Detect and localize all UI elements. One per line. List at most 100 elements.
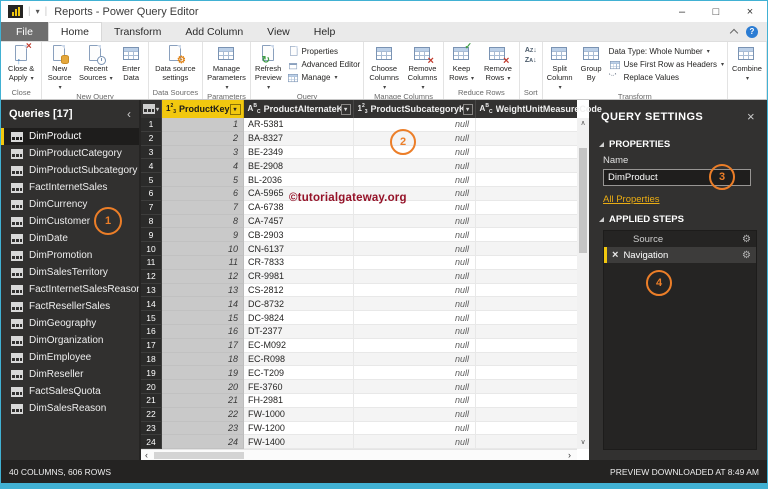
tab-file[interactable]: File — [1, 22, 48, 41]
cell-productkey[interactable]: 11 — [162, 256, 244, 270]
cell-productkey[interactable]: 8 — [162, 215, 244, 229]
cell-weightunitmeasurecode[interactable] — [476, 325, 577, 339]
sort-ascending-button[interactable]: AZ↓ — [525, 47, 537, 54]
cell-productsubcategorykey[interactable]: null — [354, 297, 476, 311]
cell-productkey[interactable]: 4 — [162, 159, 244, 173]
cell-productalternatekey[interactable]: CN-6137 — [244, 242, 354, 256]
advanced-editor-button[interactable]: Advanced Editor — [287, 58, 361, 70]
tab-view[interactable]: View — [255, 22, 302, 41]
cell-productalternatekey[interactable]: FW-1200 — [244, 422, 354, 436]
cell-weightunitmeasurecode[interactable] — [476, 408, 577, 422]
cell-productsubcategorykey[interactable]: null — [354, 159, 476, 173]
scroll-left-arrow-icon[interactable]: ‹ — [141, 450, 152, 460]
cell-productkey[interactable]: 7 — [162, 201, 244, 215]
tab-transform[interactable]: Transform — [102, 22, 173, 41]
properties-button[interactable]: Properties — [287, 45, 361, 57]
cell-productalternatekey[interactable]: FW-1000 — [244, 408, 354, 422]
remove-rows-button[interactable]: ×Remove Rows ▾ — [478, 43, 518, 83]
cell-productsubcategorykey[interactable]: null — [354, 215, 476, 229]
help-icon[interactable]: ? — [746, 26, 758, 38]
data-source-settings-button[interactable]: ⚙Data source settings — [150, 43, 201, 83]
cell-weightunitmeasurecode[interactable] — [476, 380, 577, 394]
cell-weightunitmeasurecode[interactable] — [476, 159, 577, 173]
group-by-button[interactable]: Group By — [576, 43, 607, 83]
query-item-dimsalesterritory[interactable]: DimSalesTerritory — [1, 264, 139, 281]
cell-productkey[interactable]: 3 — [162, 146, 244, 160]
cell-productalternatekey[interactable]: FH-2981 — [244, 394, 354, 408]
cell-productalternatekey[interactable]: CA-6738 — [244, 201, 354, 215]
query-item-dimsalesreason[interactable]: DimSalesReason — [1, 400, 139, 417]
cell-productalternatekey[interactable]: FW-1400 — [244, 435, 354, 449]
cell-weightunitmeasurecode[interactable] — [476, 256, 577, 270]
cell-productkey[interactable]: 14 — [162, 297, 244, 311]
cell-weightunitmeasurecode[interactable] — [476, 394, 577, 408]
choose-columns-button[interactable]: Choose Columns ▾ — [365, 43, 403, 92]
query-item-dimemployee[interactable]: DimEmployee — [1, 349, 139, 366]
applied-step-navigation[interactable]: ×Navigation⚙ — [604, 247, 756, 263]
cell-productalternatekey[interactable]: CA-7457 — [244, 215, 354, 229]
cell-productalternatekey[interactable]: CS-2812 — [244, 284, 354, 298]
cell-productsubcategorykey[interactable]: null — [354, 422, 476, 436]
cell-productsubcategorykey[interactable]: null — [354, 408, 476, 422]
query-item-factsalesquota[interactable]: FactSalesQuota — [1, 383, 139, 400]
delete-step-icon[interactable]: × — [612, 249, 618, 261]
cell-productalternatekey[interactable]: DC-8732 — [244, 297, 354, 311]
cell-productalternatekey[interactable]: BE-2349 — [244, 146, 354, 160]
query-item-dimproductsubcategory[interactable]: DimProductSubcategory — [1, 162, 139, 179]
cell-productkey[interactable]: 6 — [162, 187, 244, 201]
cell-productsubcategorykey[interactable]: null — [354, 256, 476, 270]
tab-home[interactable]: Home — [48, 22, 102, 41]
cell-productsubcategorykey[interactable]: null — [354, 146, 476, 160]
applied-step-source[interactable]: Source⚙ — [604, 231, 756, 247]
cell-productsubcategorykey[interactable]: null — [354, 242, 476, 256]
keep-rows-button[interactable]: ✓Keep Rows ▾ — [445, 43, 478, 83]
scroll-up-arrow-icon[interactable]: ∧ — [580, 118, 585, 130]
cell-productalternatekey[interactable]: BL-2036 — [244, 173, 354, 187]
filter-button[interactable]: ▾ — [230, 104, 241, 115]
all-properties-link[interactable]: All Properties — [603, 194, 755, 205]
cell-productsubcategorykey[interactable]: null — [354, 366, 476, 380]
cell-productalternatekey[interactable]: EC-M092 — [244, 339, 354, 353]
cell-productsubcategorykey[interactable]: null — [354, 187, 476, 201]
query-item-dimproductcategory[interactable]: DimProductCategory — [1, 145, 139, 162]
manage-parameters-button[interactable]: Manage Parameters ▾ — [204, 43, 249, 92]
step-settings-gear-icon[interactable]: ⚙ — [742, 234, 751, 245]
table-corner-menu[interactable]: ▾ — [141, 100, 162, 118]
cell-productkey[interactable]: 13 — [162, 284, 244, 298]
horizontal-scrollbar[interactable]: ‹ › — [141, 449, 577, 460]
cell-productkey[interactable]: 12 — [162, 270, 244, 284]
split-column-button[interactable]: Split Column ▾ — [544, 43, 576, 92]
cell-productsubcategorykey[interactable]: null — [354, 173, 476, 187]
query-item-dimpromotion[interactable]: DimPromotion — [1, 247, 139, 264]
refresh-preview-button[interactable]: ↻Refresh Preview ▾ — [252, 43, 285, 92]
cell-weightunitmeasurecode[interactable] — [476, 173, 577, 187]
enter-data-button[interactable]: Enter Data — [116, 43, 147, 83]
data-type-whole-number-button[interactable]: Data Type: Whole Number▾ — [609, 45, 724, 57]
cell-productkey[interactable]: 9 — [162, 228, 244, 242]
cell-productkey[interactable]: 23 — [162, 422, 244, 436]
cell-productsubcategorykey[interactable]: null — [354, 339, 476, 353]
vertical-scroll-thumb[interactable] — [579, 148, 587, 253]
cell-productalternatekey[interactable]: BE-2908 — [244, 159, 354, 173]
step-settings-gear-icon[interactable]: ⚙ — [742, 250, 751, 261]
cell-productsubcategorykey[interactable]: null — [354, 394, 476, 408]
query-item-factinternetsales[interactable]: FactInternetSales — [1, 179, 139, 196]
maximize-button[interactable]: □ — [699, 1, 733, 22]
cell-productalternatekey[interactable]: CR-7833 — [244, 256, 354, 270]
collapse-queries-pane-icon[interactable]: ‹ — [127, 107, 131, 121]
filter-button[interactable]: ▾ — [463, 104, 473, 115]
cell-productkey[interactable]: 10 — [162, 242, 244, 256]
cell-weightunitmeasurecode[interactable] — [476, 339, 577, 353]
horizontal-scroll-thumb[interactable] — [154, 452, 244, 459]
properties-section-header[interactable]: PROPERTIES — [589, 134, 767, 153]
column-header-productsubcategorykey[interactable]: 123ProductSubcategoryKey▾ — [354, 100, 476, 118]
cell-productalternatekey[interactable]: AR-5381 — [244, 118, 354, 132]
close-settings-icon[interactable]: × — [747, 109, 755, 124]
cell-weightunitmeasurecode[interactable] — [476, 187, 577, 201]
cell-productsubcategorykey[interactable]: null — [354, 353, 476, 367]
close-apply-button[interactable]: ×↑Close & Apply ▾ — [2, 43, 40, 83]
replace-values-button[interactable]: ¹↔²Replace Values — [609, 71, 724, 83]
scroll-down-arrow-icon[interactable]: ∨ — [580, 437, 585, 449]
query-item-factinternetsalesreason[interactable]: FactInternetSalesReason — [1, 281, 139, 298]
cell-productsubcategorykey[interactable]: null — [354, 201, 476, 215]
